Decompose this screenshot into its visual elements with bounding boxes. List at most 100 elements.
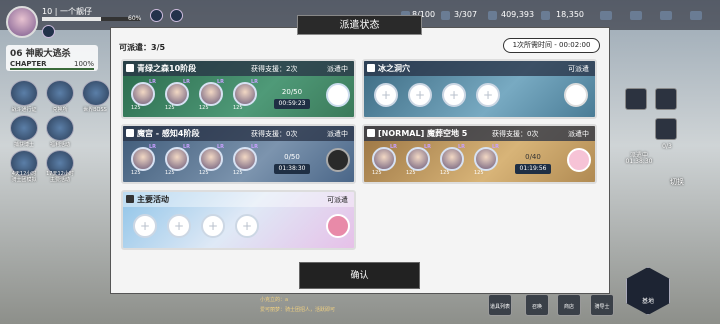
empty-slot-plus-icon[interactable]: + xyxy=(408,83,432,107)
card-support: 获得支援：2次 xyxy=(251,65,298,73)
hero-rarity: LR xyxy=(183,144,191,150)
hero-level: 125 xyxy=(440,170,450,176)
chat-text: 骑士团招人，活跃即可 xyxy=(285,307,336,313)
side-bag-icon[interactable] xyxy=(655,88,677,110)
side-dispatch-icon[interactable] xyxy=(655,118,677,140)
hero-rarity: LR xyxy=(251,79,259,85)
capture-doctor-label: 捕获博士 xyxy=(13,142,34,148)
hero-avatar xyxy=(440,147,464,171)
switch-label[interactable]: 切换 xyxy=(657,177,697,187)
modal-title: 派遣状态 xyxy=(297,15,422,35)
gold-value: 409,393 xyxy=(501,10,535,19)
card-status: 派遣中 xyxy=(327,65,348,73)
hero-avatar xyxy=(131,147,155,171)
empty-slot-plus-icon[interactable]: + xyxy=(235,214,259,238)
settings-icon[interactable] xyxy=(690,11,702,20)
flag-icon xyxy=(367,64,375,72)
empty-slot-plus-icon[interactable]: + xyxy=(442,83,466,107)
chapter-panel[interactable]: 06 神殿大逃杀 CHAPTER 100% xyxy=(6,45,98,71)
capture-doctor-icon[interactable] xyxy=(10,115,38,141)
hero-avatar xyxy=(165,82,189,106)
mail-icon[interactable] xyxy=(150,9,163,22)
hero-avatar xyxy=(199,82,223,106)
gold-icon xyxy=(488,11,497,20)
reward-flower-icon xyxy=(326,214,350,238)
dispatch-time: 01:38:30 xyxy=(625,158,653,165)
hero-avatar xyxy=(165,147,189,171)
dispatch-card-main-event[interactable]: 主要活动 可派遣 + + + + xyxy=(121,190,356,250)
ticket-value: 3/307 xyxy=(454,10,478,19)
exchange-icon[interactable] xyxy=(46,80,74,106)
hero-avatar xyxy=(233,147,257,171)
world-boss-icon[interactable] xyxy=(82,80,110,106)
world-boss-label: 世界BOSS xyxy=(83,107,107,113)
mail-box-icon[interactable] xyxy=(600,11,612,20)
welfare-icon[interactable] xyxy=(46,115,74,141)
hero-level: 125 xyxy=(233,170,243,176)
card-status: 可派遣 xyxy=(568,65,589,73)
card-progress: 0/50 xyxy=(284,153,300,161)
reward-heart-icon xyxy=(567,148,591,172)
chapter-progress-bar xyxy=(10,68,94,70)
hero-level: 125 xyxy=(131,105,141,111)
card-name: 魔宫 - 感知4阶段 xyxy=(137,129,200,138)
dispatch-card-demon-palace[interactable]: 魔宫 - 感知4阶段 获得支援：0次 派遣中 LR 125 LR 125 LR … xyxy=(121,124,356,184)
battle-pass-icon[interactable] xyxy=(10,80,38,106)
base-label: 基地 xyxy=(641,298,654,305)
player-level: 10 xyxy=(42,7,53,16)
reward-sword-icon xyxy=(326,148,350,172)
flag-icon xyxy=(367,129,375,137)
empty-slot-plus-icon[interactable]: + xyxy=(476,83,500,107)
exp-percent: 60% xyxy=(128,15,142,22)
hero-avatar xyxy=(199,147,223,171)
gem-value: 18,350 xyxy=(556,10,584,19)
hero-level: 125 xyxy=(406,170,416,176)
confirm-button[interactable]: 确认 xyxy=(299,262,420,289)
card-status: 可派遣 xyxy=(327,196,348,204)
hero-level: 125 xyxy=(474,170,484,176)
chat-icon[interactable] xyxy=(630,11,642,20)
hero-rarity: LR xyxy=(390,144,398,150)
hero-level: 125 xyxy=(199,105,209,111)
card-support: 获得支援：0次 xyxy=(492,130,539,138)
empty-slot-plus-icon[interactable]: + xyxy=(133,214,157,238)
reward-crystal-icon xyxy=(326,83,350,107)
hero-level: 125 xyxy=(233,105,243,111)
dispatch-card-green-forest[interactable]: 青绿之森10阶段 获得支援：2次 派遣中 LR 125 LR 125 LR 12… xyxy=(121,59,356,119)
hero-rarity: LR xyxy=(458,144,466,150)
hero-rarity: LR xyxy=(217,144,225,150)
flag-icon xyxy=(126,129,134,137)
empty-slot-plus-icon[interactable]: + xyxy=(167,214,191,238)
battle-pass-label: 战斗通行证 xyxy=(11,107,37,113)
shop-label: 商店 xyxy=(563,304,574,310)
hero-rarity: LR xyxy=(424,144,432,150)
card-name: 冰之洞穴 xyxy=(378,64,410,73)
card-name: 主要活动 xyxy=(137,195,169,204)
guild-icon[interactable] xyxy=(42,25,55,38)
hero-rarity: LR xyxy=(492,144,500,150)
ticket-icon xyxy=(441,11,450,20)
chapter-label: CHAPTER xyxy=(10,60,47,68)
card-name: [NORMAL] 魔葬空地 5 xyxy=(378,129,468,138)
knight-sim-label: 骑士团模拟 xyxy=(11,177,37,183)
card-status: 派遣中 xyxy=(568,130,589,138)
dispatch-count: 0/3 xyxy=(662,143,672,150)
menu-icon[interactable] xyxy=(660,11,672,20)
player-avatar[interactable] xyxy=(6,6,38,38)
chat-line: 小克立的：a xyxy=(260,296,288,303)
chat-text: a xyxy=(285,297,289,303)
timer-icon[interactable] xyxy=(170,9,183,22)
exp-bar-fill xyxy=(42,17,101,21)
time-needed: 1次所需时间 - 00:02:00 xyxy=(503,38,600,53)
empty-slot-plus-icon[interactable]: + xyxy=(201,214,225,238)
side-book-icon[interactable] xyxy=(625,88,647,110)
hero-avatar xyxy=(406,147,430,171)
knight-label: 骑导士 xyxy=(594,304,610,310)
empty-slot-plus-icon[interactable]: + xyxy=(374,83,398,107)
chapter-title: 06 神殿大逃杀 xyxy=(10,49,71,59)
dispatch-card-normal-wasteland[interactable]: [NORMAL] 魔葬空地 5 获得支援：0次 派遣中 LR 125 LR 12… xyxy=(362,124,597,184)
exp-bar xyxy=(42,17,140,21)
card-time: 01:38:30 xyxy=(274,164,310,174)
hero-avatar xyxy=(474,147,498,171)
dispatch-card-ice-cave[interactable]: 冰之洞穴 可派遣 + + + + xyxy=(362,59,597,119)
